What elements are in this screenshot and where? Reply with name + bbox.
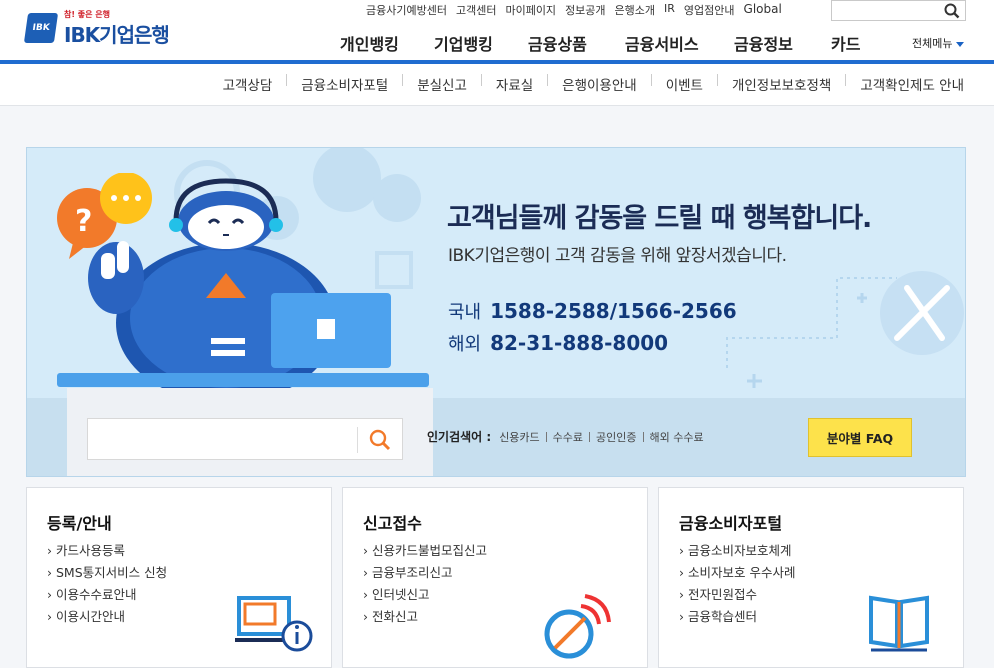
list-item[interactable]: 이용수수료안내 (47, 584, 167, 606)
card-title: 금융소비자포털 (679, 514, 783, 533)
util-link-ir[interactable]: IR (664, 2, 675, 18)
divider (845, 74, 847, 86)
svg-text:?: ? (75, 204, 92, 239)
hero-subtitle: IBK기업은행이 고객 감동을 위해 앞장서겠습니다. (448, 246, 787, 266)
search-icon[interactable] (368, 428, 392, 452)
utility-links: 금융사기예방센터 고객센터 마이페이지 정보공개 은행소개 IR 영업점안내 G… (366, 2, 782, 18)
divider (547, 74, 549, 86)
divider (402, 74, 404, 86)
nav-personal-banking[interactable]: 개인뱅킹 (340, 31, 399, 55)
divider (716, 74, 718, 86)
top-search-input[interactable] (831, 0, 966, 21)
nav-corporate-banking[interactable]: 기업뱅킹 (434, 31, 493, 55)
card-report: 신고접수 신용카드불법모집신고 금융부조리신고 인터넷신고 전화신고 (342, 487, 648, 668)
card-consumer-portal: 금융소비자포털 금융소비자보호체계 소비자보호 우수사례 전자민원접수 금융학습… (658, 487, 964, 668)
satellite-dish-icon (544, 594, 611, 659)
keyword-link[interactable]: 수수료 (553, 429, 583, 445)
popular-keywords-title: 인기검색어 : (427, 430, 492, 444)
list-item[interactable]: 소비자보호 우수사례 (679, 562, 795, 584)
card-links: 금융소비자보호체계 소비자보호 우수사례 전자민원접수 금융학습센터 (679, 540, 795, 628)
divider (357, 427, 358, 453)
domestic-phone: 국내 1588-2588/1566-2566 (448, 298, 737, 324)
domestic-label: 국내 (448, 302, 482, 323)
util-link-fraud-prevention[interactable]: 금융사기예방센터 (366, 2, 447, 18)
divider (480, 74, 482, 86)
card-registration: 등록/안내 카드사용등록 SMS통지서비스 신청 이용수수료안내 이용시간안내 (26, 487, 332, 668)
hero-search-input[interactable] (87, 418, 403, 460)
logo-name: IBK기업은행 (64, 23, 170, 47)
list-item[interactable]: 카드사용등록 (47, 540, 167, 562)
keyword-link[interactable]: 신용카드 (499, 429, 539, 445)
subnav-loss-report[interactable]: 분실신고 (417, 74, 467, 94)
card-links: 카드사용등록 SMS통지서비스 신청 이용수수료안내 이용시간안내 (47, 540, 167, 628)
nav-card[interactable]: 카드 (831, 31, 860, 55)
monitor-info-icon (235, 596, 313, 652)
util-link-branch[interactable]: 영업점안내 (684, 2, 735, 18)
header: IBK 참! 좋은 은행 IBK기업은행 금융사기예방센터 고객센터 마이페이지… (0, 0, 994, 60)
list-item[interactable]: 전화신고 (363, 606, 487, 628)
hero-banner: ? 고객님들께 감동을 드릴 때 행복합니다. IBK기업은행이 고객 감동을 … (26, 147, 966, 477)
list-item[interactable]: 신용카드불법모집신고 (363, 540, 487, 562)
card-title: 신고접수 (363, 514, 422, 533)
overseas-phone: 해외 82-31-888-8000 (448, 330, 668, 356)
all-menu-button[interactable]: 전체메뉴 (912, 35, 965, 51)
card-links: 신용카드불법모집신고 금융부조리신고 인터넷신고 전화신고 (363, 540, 487, 628)
divider (642, 431, 644, 442)
divider (589, 431, 591, 442)
hero-title: 고객님들께 감동을 드릴 때 행복합니다. (447, 203, 872, 234)
nav-financial-products[interactable]: 금융상품 (528, 31, 587, 55)
domestic-phone-number: 1588-2588/1566-2566 (490, 299, 737, 323)
ibk-logo-mark-icon: IBK (23, 13, 59, 43)
list-item[interactable]: 인터넷신고 (363, 584, 487, 606)
list-item[interactable]: 이용시간안내 (47, 606, 167, 628)
mascot-illustration: ? (57, 173, 429, 403)
subnav-consumer-portal[interactable]: 금융소비자포털 (301, 74, 388, 94)
subnav-event[interactable]: 이벤트 (666, 74, 703, 94)
overseas-label: 해외 (448, 334, 482, 355)
util-link-about[interactable]: 은행소개 (615, 2, 655, 18)
caret-down-icon (956, 41, 965, 47)
popular-keywords: 인기검색어 : 신용카드 수수료 공인인증 해외 수수료 (427, 428, 704, 445)
faq-by-category-button[interactable]: 분야별 FAQ (808, 418, 912, 457)
keyword-link[interactable]: 해외 수수료 (650, 429, 704, 445)
card-title: 등록/안내 (47, 514, 112, 533)
util-link-customer-center[interactable]: 고객센터 (456, 2, 496, 18)
util-link-mypage[interactable]: 마이페이지 (505, 2, 556, 18)
subnav-consultation[interactable]: 고객상담 (223, 74, 273, 94)
list-item[interactable]: 전자민원접수 (679, 584, 795, 606)
subnav-library[interactable]: 자료실 (496, 74, 533, 94)
util-link-global[interactable]: Global (744, 2, 782, 18)
search-icon[interactable] (944, 3, 960, 19)
keyword-link[interactable]: 공인인증 (596, 429, 636, 445)
subnav-customer-verification[interactable]: 고객확인제도 안내 (860, 74, 964, 94)
overseas-phone-number: 82-31-888-8000 (490, 331, 669, 355)
list-item[interactable]: 금융소비자보호체계 (679, 540, 795, 562)
list-item[interactable]: 금융학습센터 (679, 606, 795, 628)
sub-nav: 고객상담 금융소비자포털 분실신고 자료실 은행이용안내 이벤트 개인정보보호정… (0, 64, 994, 106)
divider (650, 74, 652, 86)
list-item[interactable]: 금융부조리신고 (363, 562, 487, 584)
divider (545, 431, 547, 442)
open-book-icon (869, 595, 929, 652)
nav-financial-info[interactable]: 금융정보 (734, 31, 793, 55)
nav-financial-services[interactable]: 금융서비스 (625, 31, 699, 55)
ibk-logo[interactable]: IBK 참! 좋은 은행 IBK기업은행 (23, 9, 196, 49)
subnav-bank-guide[interactable]: 은행이용안내 (562, 74, 637, 94)
divider (286, 74, 288, 86)
util-link-disclosure[interactable]: 정보공개 (565, 2, 605, 18)
list-item[interactable]: SMS통지서비스 신청 (47, 562, 167, 584)
subnav-privacy-policy[interactable]: 개인정보보호정책 (732, 74, 831, 94)
